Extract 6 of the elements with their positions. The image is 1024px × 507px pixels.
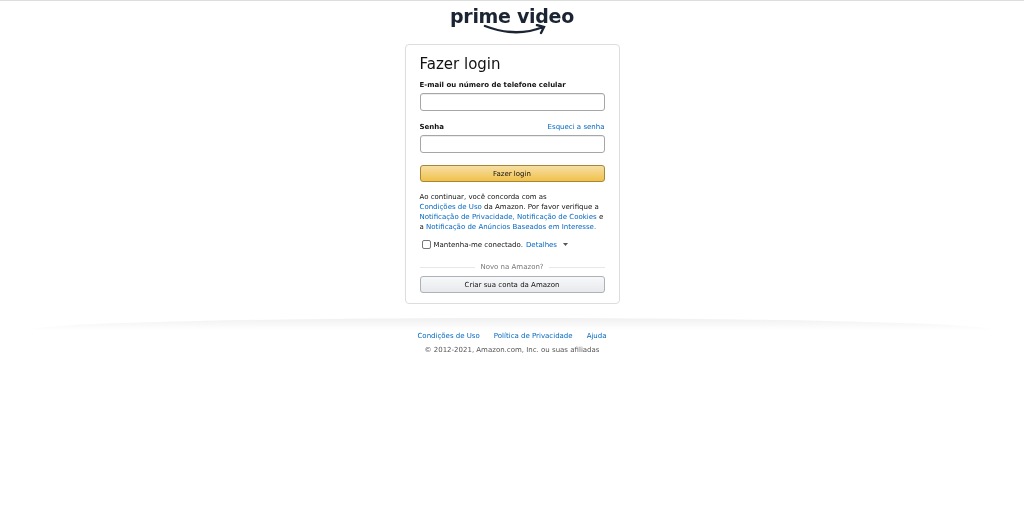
caret-icon: [563, 243, 569, 246]
email-field[interactable]: [419, 93, 605, 111]
checkbox[interactable]: [421, 240, 431, 249]
card-title: Fazer login: [419, 55, 502, 73]
password-field[interactable]: [419, 135, 605, 153]
logo-text: prime video: [450, 5, 574, 27]
